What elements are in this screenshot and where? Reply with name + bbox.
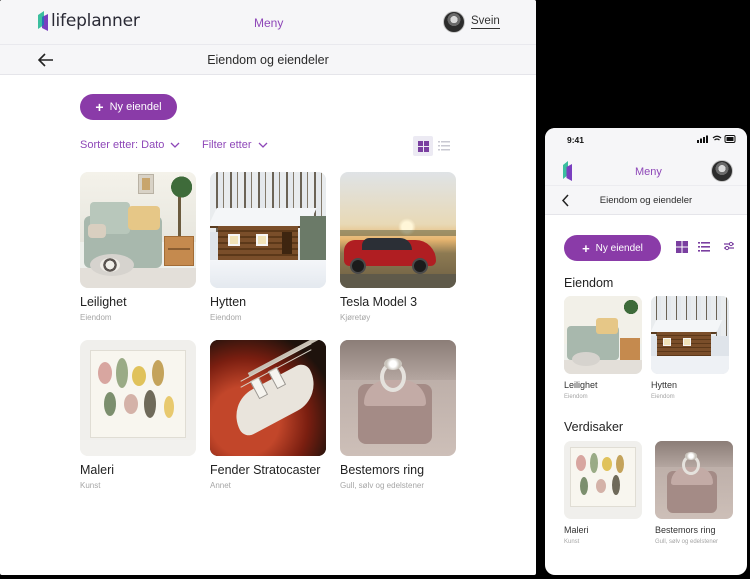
item-card[interactable]: Maleri Kunst <box>80 340 198 490</box>
menu-link[interactable]: Meny <box>635 166 662 178</box>
item-category: Eiendom <box>651 394 675 400</box>
item-title: Bestemors ring <box>655 525 716 535</box>
item-title: Maleri <box>564 525 589 535</box>
desktop-frame: lifeplanner Meny Svein Eiendom og eiende… <box>0 0 536 575</box>
signal-wifi-battery-icon <box>697 135 736 143</box>
logo[interactable]: lifeplanner <box>38 11 140 31</box>
item-title: Hytten <box>651 380 678 390</box>
item-category: Eiendom <box>564 394 588 400</box>
user-name: Svein <box>471 15 500 29</box>
apartment-image <box>564 296 642 374</box>
item-title: Bestemors ring <box>340 463 425 477</box>
grid-icon[interactable] <box>676 241 688 253</box>
car-image <box>340 172 456 288</box>
new-item-label: Ny eiendel <box>595 242 643 254</box>
top-bar: lifeplanner Meny Svein <box>0 0 536 45</box>
item-category: Kunst <box>564 539 580 545</box>
ring-image <box>340 340 456 456</box>
section-heading: Eiendom <box>564 276 614 290</box>
plus-icon: + <box>95 99 104 115</box>
mobile-frame: 9:41 Meny Eiendom og eiendeler + Ny eien… <box>545 128 747 575</box>
list-view-icon[interactable] <box>698 241 710 253</box>
item-card[interactable]: Leilighet Eiendom <box>80 172 198 322</box>
item-card[interactable]: Hytten Eiendom <box>210 172 328 322</box>
page-header: Eiendom og eiendeler <box>0 45 536 75</box>
item-card[interactable]: Fender Stratocaster Annet <box>210 340 328 490</box>
sort-dropdown[interactable]: Sorter etter: Dato <box>80 139 180 151</box>
item-card[interactable]: Tesla Model 3 Kjøretøy <box>340 172 458 322</box>
painting-image <box>80 340 196 456</box>
item-category: Eiendom <box>80 313 112 322</box>
filter-dropdown[interactable]: Filter etter <box>202 139 268 151</box>
chevron-down-icon <box>258 142 267 148</box>
item-category: Annet <box>210 481 231 490</box>
item-title: Hytten <box>210 295 247 309</box>
new-item-button[interactable]: + Ny eiendel <box>80 94 177 120</box>
status-time: 9:41 <box>567 135 585 145</box>
status-bar: 9:41 <box>545 128 747 150</box>
page-title: Eiendom og eiendeler <box>207 53 329 67</box>
logo-mark-icon <box>38 11 48 31</box>
painting-image <box>564 441 642 519</box>
grid-view-toggle[interactable] <box>413 136 433 156</box>
item-card[interactable]: Bestemors ring Gull, sølv og edelstener <box>655 441 745 545</box>
cabin-image <box>210 172 326 288</box>
item-category: Gull, sølv og edelstener <box>340 481 425 490</box>
list-view-icon[interactable] <box>438 140 450 152</box>
ring-image <box>655 441 733 519</box>
item-category: Gull, sølv og edelstener <box>655 539 719 545</box>
page-title: Eiendom og eiendeler <box>599 195 693 206</box>
logo-mark-icon[interactable] <box>563 161 572 181</box>
avatar <box>443 11 465 33</box>
item-card[interactable]: Leilighet Eiendom <box>564 296 644 400</box>
filter-label: Filter etter <box>202 139 252 151</box>
cabin-image <box>651 296 729 374</box>
guitar-image <box>210 340 326 456</box>
menu-link[interactable]: Meny <box>254 16 283 30</box>
apartment-image <box>80 172 196 288</box>
new-item-button[interactable]: + Ny eiendel <box>564 235 661 261</box>
item-title: Fender Stratocaster <box>210 463 321 477</box>
item-title: Tesla Model 3 <box>340 295 418 309</box>
item-card[interactable]: Hytten Eiendom <box>651 296 731 400</box>
user-menu[interactable]: Svein <box>443 11 500 33</box>
mobile-page-header: Eiendom og eiendeler <box>545 185 747 215</box>
mobile-top-bar: Meny <box>545 150 747 185</box>
grid-icon <box>417 140 429 152</box>
logo-text: lifeplanner <box>51 11 140 31</box>
item-category: Eiendom <box>210 313 242 322</box>
avatar[interactable] <box>711 160 733 182</box>
item-category: Kjøretøy <box>340 313 371 322</box>
plus-icon: + <box>582 240 590 256</box>
item-title: Leilighet <box>564 380 598 390</box>
item-title: Maleri <box>80 463 115 477</box>
item-category: Kunst <box>80 481 101 490</box>
new-item-label: Ny eiendel <box>109 101 162 113</box>
item-card[interactable]: Bestemors ring Gull, sølv og edelstener <box>340 340 458 490</box>
chevron-down-icon <box>170 142 180 148</box>
section-heading: Verdisaker <box>564 420 624 434</box>
item-card[interactable]: Maleri Kunst <box>564 441 644 545</box>
sort-label: Sorter etter: Dato <box>80 139 165 151</box>
filter-sliders-icon[interactable] <box>723 241 735 253</box>
item-title: Leilighet <box>80 295 127 309</box>
